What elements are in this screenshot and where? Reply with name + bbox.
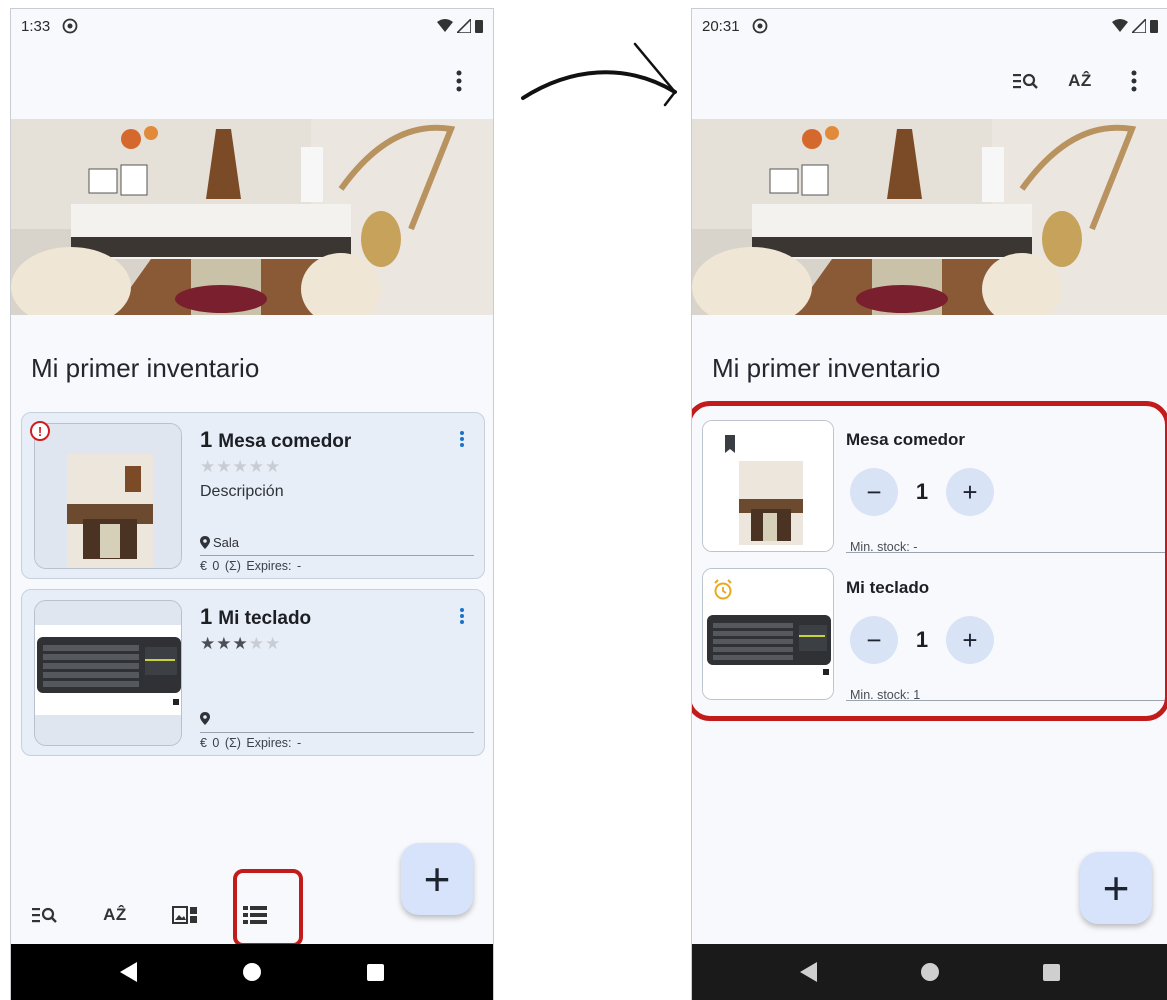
- price-expires-line: € 0 (Σ) Expires: -: [200, 559, 302, 573]
- app-bar: AẐ: [692, 43, 1167, 119]
- item-location: Sala: [200, 535, 239, 550]
- system-nav-bar: [11, 944, 493, 1000]
- back-icon[interactable]: [800, 962, 817, 982]
- star-icon[interactable]: ★: [265, 457, 281, 476]
- star-icon[interactable]: ★: [200, 457, 216, 476]
- signal-icon: [1132, 19, 1146, 33]
- item-title: Mesa comedor: [218, 431, 352, 452]
- comparison-stage: 1:33 Mi primer inventario ! 1 Mesa comed…: [0, 0, 1167, 1000]
- item-description: Descripción: [200, 483, 284, 500]
- item-card[interactable]: ! 1 Mesa comedor ★★★★★ Descripción Sala €…: [21, 412, 485, 579]
- sync-icon: [752, 18, 768, 34]
- recents-icon[interactable]: [1043, 963, 1060, 981]
- inventory-title: Mi primer inventario: [31, 353, 260, 383]
- sort-az-icon[interactable]: AẐ: [1060, 61, 1100, 101]
- item-quantity: 1: [200, 604, 213, 629]
- wifi-icon: [1112, 19, 1128, 32]
- gallery-view-icon[interactable]: [163, 893, 207, 937]
- signal-icon: [457, 19, 471, 33]
- item-menu-icon[interactable]: [450, 604, 474, 628]
- more-options-icon[interactable]: [1114, 61, 1154, 101]
- location-pin-icon: [200, 536, 210, 549]
- battery-icon: [475, 20, 483, 33]
- item-location: [200, 712, 213, 725]
- rating-stars[interactable]: ★★★★★: [200, 634, 281, 654]
- app-bar: [11, 43, 493, 119]
- status-time: 20:31: [702, 17, 740, 35]
- home-icon[interactable]: [243, 963, 261, 981]
- alert-icon: !: [30, 421, 50, 441]
- star-icon[interactable]: ★: [249, 457, 265, 476]
- star-icon[interactable]: ★: [216, 457, 232, 476]
- sort-az-icon[interactable]: AẐ: [93, 893, 137, 937]
- system-nav-bar: [692, 944, 1167, 1000]
- phone-before: 1:33 Mi primer inventario ! 1 Mesa comed…: [10, 8, 494, 1000]
- status-time: 1:33: [21, 17, 51, 35]
- star-icon[interactable]: ★: [265, 634, 281, 653]
- add-item-button[interactable]: +: [1080, 852, 1152, 924]
- inventory-cover-image: [692, 119, 1167, 315]
- status-bar: 1:33: [11, 9, 493, 43]
- home-icon[interactable]: [921, 963, 939, 981]
- transition-arrow-icon: [521, 42, 677, 107]
- status-bar: 20:31: [692, 9, 1167, 43]
- item-card[interactable]: 1 Mi teclado ★★★★★ € 0 (Σ) Expires: -: [21, 589, 485, 756]
- item-menu-icon[interactable]: [450, 427, 474, 451]
- star-icon[interactable]: ★: [233, 457, 249, 476]
- recents-icon[interactable]: [367, 963, 384, 981]
- wifi-icon: [437, 19, 453, 32]
- item-name: 1 Mesa comedor: [200, 427, 351, 453]
- filter-search-icon[interactable]: [23, 893, 67, 937]
- list-view-highlight: [233, 869, 303, 947]
- item-quantity: 1: [200, 427, 213, 452]
- more-options-icon[interactable]: [439, 61, 479, 101]
- filter-search-icon[interactable]: [1006, 61, 1046, 101]
- location-pin-icon: [200, 712, 210, 725]
- phone-after: 20:31 AẐ Mi primer inventario Mesa comed…: [691, 8, 1167, 1000]
- divider: [200, 555, 474, 556]
- location-label: Sala: [213, 535, 240, 550]
- price-expires-line: € 0 (Σ) Expires: -: [200, 736, 302, 750]
- divider: [200, 732, 474, 733]
- star-icon[interactable]: ★: [216, 634, 232, 653]
- list-highlight: [692, 401, 1167, 721]
- item-thumbnail: [34, 600, 182, 746]
- star-icon[interactable]: ★: [200, 634, 216, 653]
- inventory-cover-image: [11, 119, 493, 315]
- star-icon[interactable]: ★: [249, 634, 265, 653]
- item-name: 1 Mi teclado: [200, 604, 311, 630]
- back-icon[interactable]: [120, 962, 137, 982]
- sync-icon: [62, 18, 78, 34]
- star-icon[interactable]: ★: [233, 634, 249, 653]
- item-thumbnail: [34, 423, 182, 569]
- battery-icon: [1150, 20, 1158, 33]
- item-title: Mi teclado: [218, 608, 312, 629]
- inventory-title: Mi primer inventario: [712, 353, 941, 383]
- rating-stars[interactable]: ★★★★★: [200, 457, 281, 477]
